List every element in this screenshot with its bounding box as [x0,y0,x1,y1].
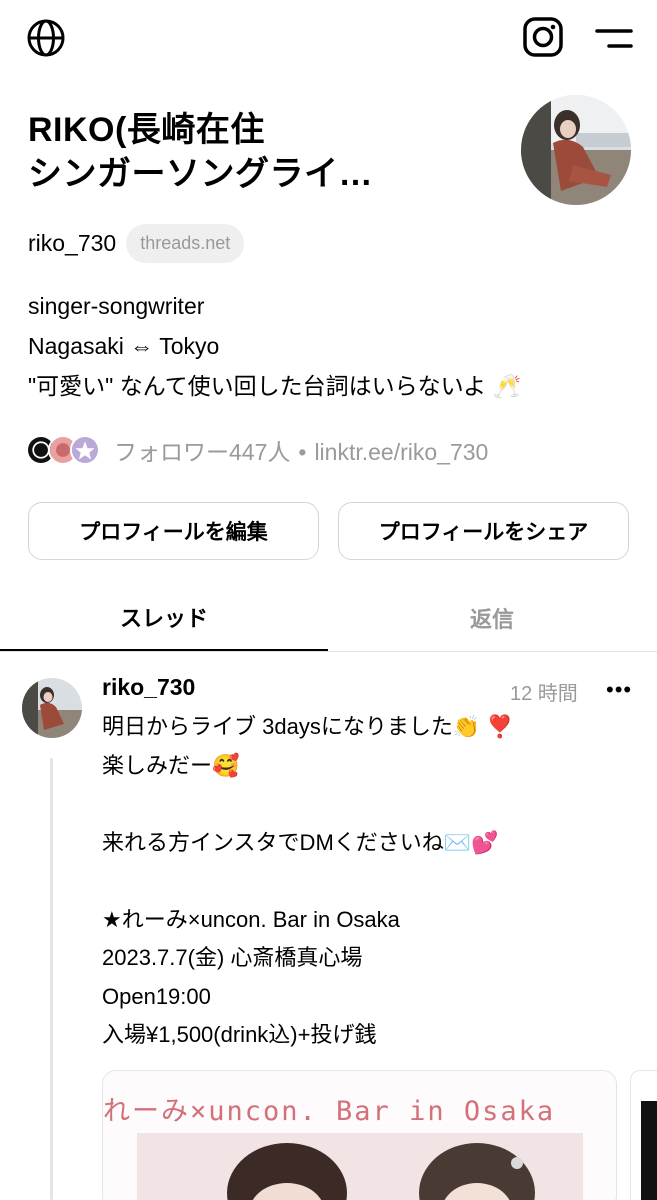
post-line [102,862,514,901]
tab-threads[interactable]: スレッド [0,584,328,651]
post-username[interactable]: riko_730 [102,674,195,701]
post-line: 入場¥1,500(drink込)+投げ銭 [102,1022,377,1047]
profile-link[interactable]: linktr.ee/riko_730 [314,439,488,465]
globe-icon[interactable] [26,18,66,58]
followers-count[interactable]: フォロワー447人 [114,439,290,465]
bio-line: singer-songwriter [28,293,205,319]
post-line: Open19:00 [102,983,211,1009]
separator-dot: • [298,439,307,465]
follower-avatar [70,435,100,465]
profile-handle: riko_730 [28,229,117,256]
profile-name-line1: RIKO(長崎在住 [28,111,265,149]
share-profile-button[interactable]: プロフィールをシェア [338,502,629,560]
menu-icon[interactable] [594,24,634,54]
post-line [102,785,514,824]
post-timestamp: 12 時間 [510,683,578,705]
post-text: 明日からライブ 3daysになりました👏 ❣️ 楽しみだー🥰 来れる方インスタで… [102,708,514,1055]
image-photo [137,1133,583,1200]
profile-tabs: スレッド 返信 [0,584,657,652]
bio-line: Nagasaki ⇔ Tokyo [28,333,220,359]
post-line: 楽しみだー🥰 [102,752,240,778]
thread-line [50,758,53,1200]
post-image[interactable]: れーみ×uncon. Bar in Osaka [102,1070,617,1200]
tab-replies[interactable]: 返信 [328,584,656,652]
image-title-text: れーみ×uncon. Bar in Osaka [103,1096,556,1127]
followers-info: フォロワー447人 • linktr.ee/riko_730 [114,433,488,467]
bio-line: "可愛い" なんて使い回した台詞はいらないよ 🥂 [28,373,522,399]
handle-row: riko_730 threads.net [28,222,245,264]
image-photo [641,1101,657,1200]
more-options-icon[interactable]: ••• [606,679,632,701]
post-line: 来れる方インスタでDMくださいね✉️💕 [102,829,499,855]
edit-profile-button[interactable]: プロフィールを編集 [28,502,319,560]
profile-bio: singer-songwriter Nagasaki ⇔ Tokyo "可愛い"… [28,286,521,406]
post-line: 明日からライブ 3daysになりました👏 ❣️ [102,714,514,739]
profile-avatar[interactable] [521,95,631,205]
threads-domain-badge[interactable]: threads.net [126,223,245,263]
instagram-icon[interactable] [522,16,564,58]
profile-name: RIKO(長崎在住 シンガーソングライ… [28,108,468,196]
post-line: 2023.7.7(金) 心斎橋真心場 [102,945,363,970]
post-line: ★れーみ×uncon. Bar in Osaka [102,906,400,932]
followers-row[interactable]: フォロワー447人 • linktr.ee/riko_730 [26,430,488,470]
post-image-next[interactable] [630,1070,657,1200]
profile-name-line2: シンガーソングライ… [28,155,373,193]
top-bar [0,0,657,80]
post-avatar[interactable] [22,678,82,738]
